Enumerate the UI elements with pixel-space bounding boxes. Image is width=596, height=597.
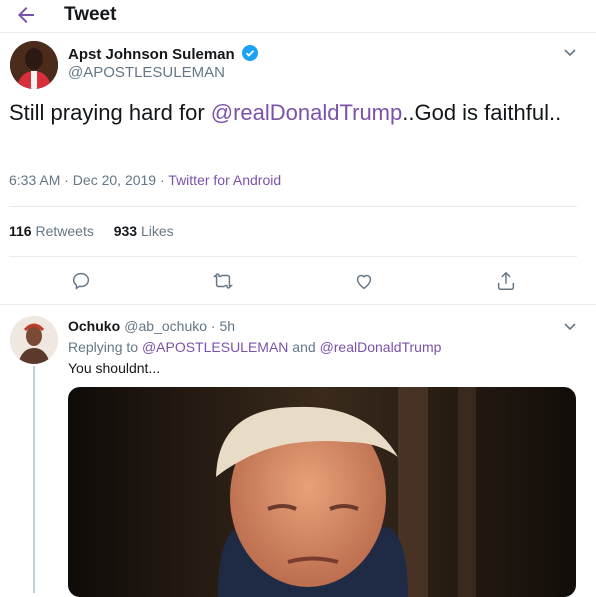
tweet-text-part: Still praying hard for: [9, 100, 211, 125]
likes-stat[interactable]: 933 Likes: [114, 223, 174, 239]
reply-avatar[interactable]: [10, 316, 58, 364]
tweet-text-part: ..God is faithful..: [402, 100, 562, 125]
author-name[interactable]: Apst Johnson Suleman: [68, 46, 235, 63]
back-arrow-icon[interactable]: [14, 3, 38, 27]
mention-link[interactable]: @realDonaldTrump: [320, 339, 442, 355]
photo-image: [68, 387, 576, 597]
reply-header: Ochuko @ab_ochuko · 5h: [68, 318, 235, 335]
retweet-icon[interactable]: [212, 270, 234, 292]
reply-author-handle[interactable]: @ab_ochuko: [124, 318, 207, 334]
replying-prefix: Replying to: [68, 339, 142, 355]
retweets-count: 116: [9, 223, 32, 239]
replying-and: and: [288, 339, 320, 355]
tweet-stats: 116 Retweets 933 Likes: [9, 223, 174, 239]
author-handle[interactable]: @APOSTLESULEMAN: [68, 64, 225, 81]
likes-label: Likes: [140, 223, 174, 239]
chevron-down-icon[interactable]: [563, 319, 577, 333]
mention-link[interactable]: @APOSTLESULEMAN: [142, 339, 288, 355]
meta-separator: ·: [156, 172, 169, 188]
reply-text: You shouldnt...: [68, 360, 161, 376]
likes-count: 933: [113, 223, 138, 239]
mention-link[interactable]: @realDonaldTrump: [211, 100, 402, 125]
like-icon[interactable]: [353, 270, 375, 292]
chevron-down-icon[interactable]: [563, 45, 577, 59]
page-title: Tweet: [64, 4, 117, 25]
share-icon[interactable]: [495, 270, 517, 292]
tweet-meta: 6:33 AM · Dec 20, 2019 · Twitter for And…: [9, 172, 281, 188]
source-link[interactable]: Twitter for Android: [168, 172, 281, 188]
replying-to: Replying to @APOSTLESULEMAN and @realDon…: [68, 339, 441, 355]
reply-author-name[interactable]: Ochuko: [68, 318, 120, 334]
divider: [9, 256, 577, 257]
retweets-label: Retweets: [35, 223, 94, 239]
author-name-row[interactable]: Apst Johnson Suleman: [68, 45, 259, 64]
reply-photo[interactable]: [68, 387, 576, 597]
divider: [0, 304, 596, 305]
timestamp[interactable]: 6:33 AM · Dec 20, 2019: [9, 172, 156, 188]
thread-line: [33, 366, 35, 593]
top-bar: Tweet: [0, 0, 596, 33]
reply-icon[interactable]: [70, 270, 92, 292]
author-avatar[interactable]: [10, 41, 58, 89]
verified-badge-icon: [242, 45, 259, 61]
retweets-stat[interactable]: 116 Retweets: [9, 223, 94, 239]
reply-time[interactable]: · 5h: [207, 318, 235, 334]
divider: [9, 206, 577, 207]
tweet-text: Still praying hard for @realDonaldTrump.…: [9, 97, 569, 128]
